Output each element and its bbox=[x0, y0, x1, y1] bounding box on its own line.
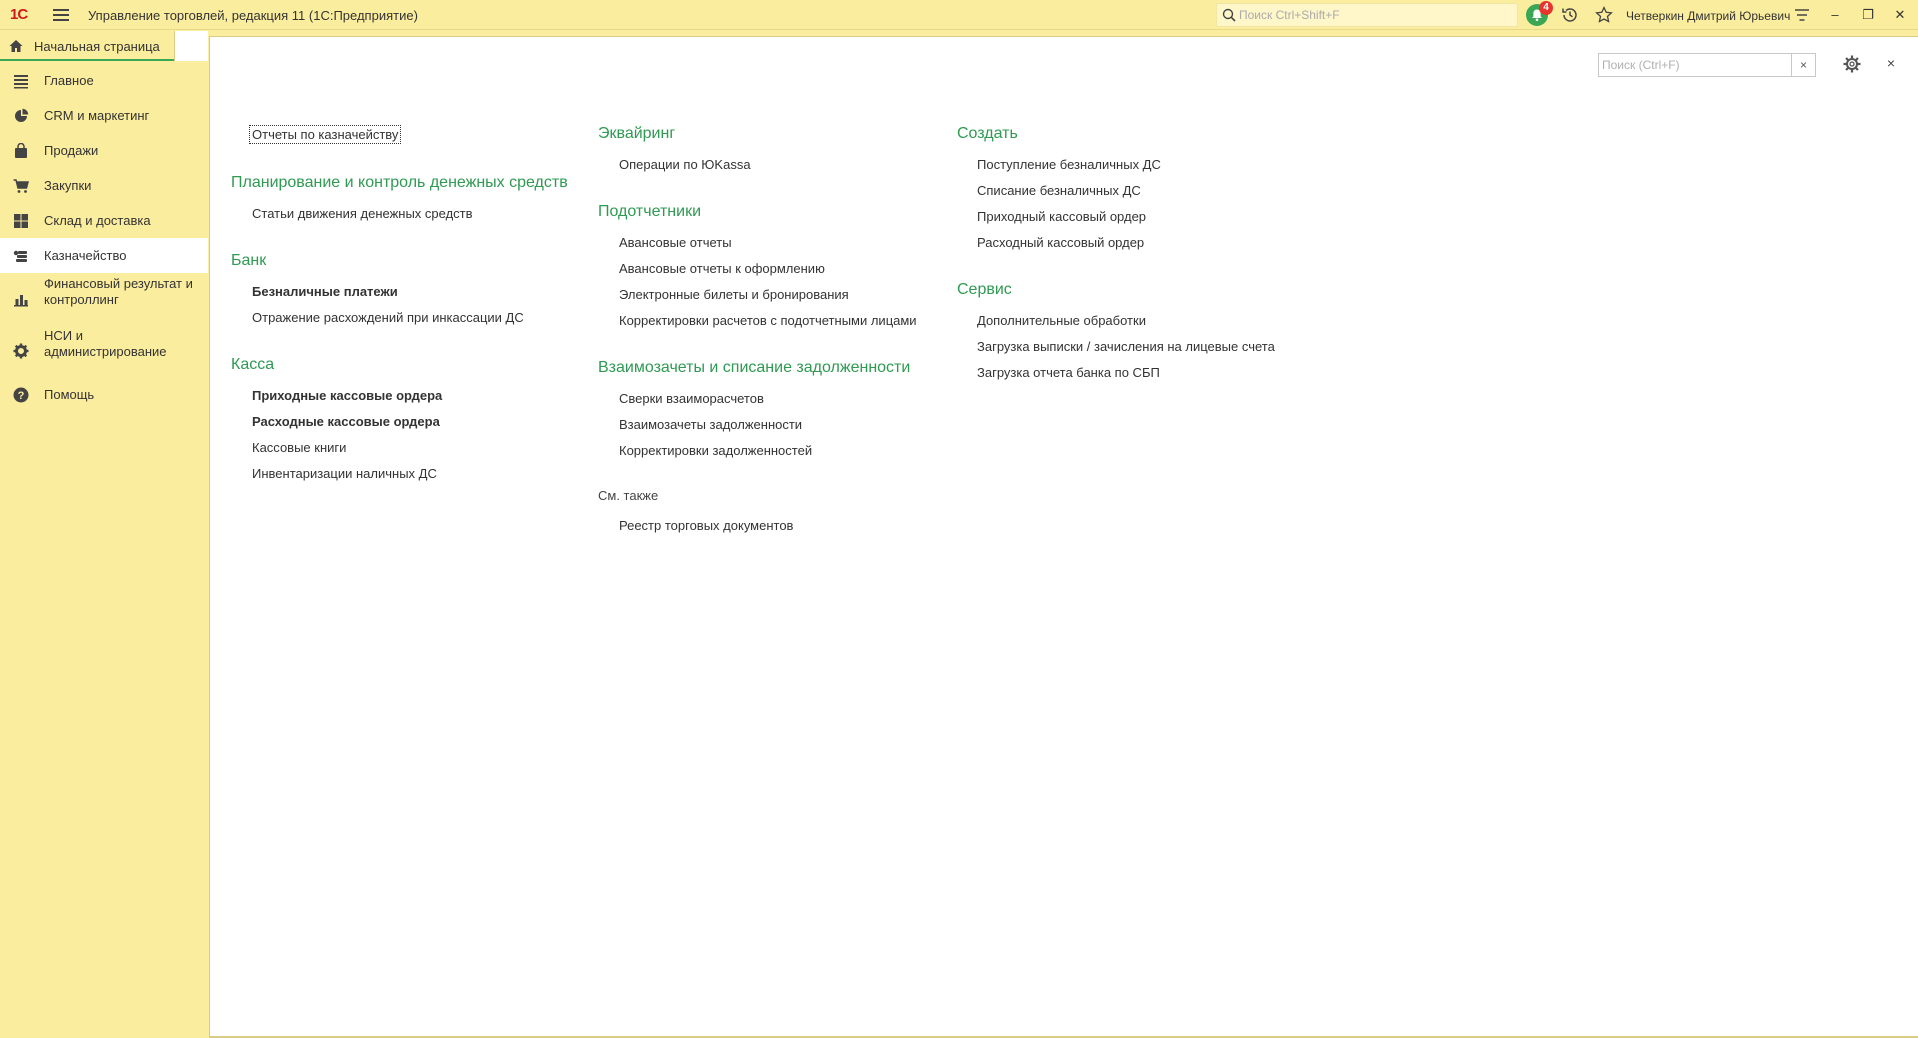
list-icon bbox=[14, 75, 28, 89]
tab-home-label: Начальная страница bbox=[34, 39, 160, 54]
see-also-title: См. также bbox=[598, 488, 659, 503]
nav-link[interactable]: Сверки взаиморасчетов bbox=[619, 391, 764, 406]
close-window-button[interactable]: ✕ bbox=[1889, 4, 1911, 26]
sidebar-item-help[interactable]: ? Помощь bbox=[0, 377, 208, 412]
group-title: Касса bbox=[231, 356, 275, 373]
treasury-form: × × Отчеты по казначейству Планирование … bbox=[209, 36, 1918, 1038]
sidebar-item-label: Финансовый результат и контроллинг bbox=[44, 276, 193, 307]
nav-link[interactable]: Корректировки задолженностей bbox=[619, 443, 812, 458]
nav-link[interactable]: Безналичные платежи bbox=[252, 284, 398, 299]
main-menu-icon[interactable] bbox=[52, 6, 70, 24]
nav-link[interactable]: Расходный кассовый ордер bbox=[977, 235, 1144, 250]
form-settings-icon[interactable] bbox=[1842, 54, 1862, 74]
restore-button[interactable]: ❐ bbox=[1857, 4, 1879, 26]
sidebar-item-admin[interactable]: НСИ и администрирование bbox=[0, 325, 208, 377]
link-treasury-reports[interactable]: Отчеты по казначейству bbox=[249, 125, 402, 144]
group-title: Взаимозачеты и списание задолженности bbox=[598, 359, 911, 376]
nav-link[interactable]: Загрузка выписки / зачисления на лицевые… bbox=[977, 339, 1275, 354]
group-title: Планирование и контроль денежных средств bbox=[231, 174, 568, 191]
global-search[interactable] bbox=[1216, 3, 1518, 27]
sidebar-item-label: Закупки bbox=[44, 178, 92, 193]
minimize-button[interactable]: – bbox=[1824, 4, 1846, 26]
app-title: Управление торговлей, редакция 11 (1С:Пр… bbox=[88, 8, 418, 23]
group-title: Создать bbox=[957, 125, 1018, 142]
group-title: Эквайринг bbox=[598, 125, 676, 142]
form-search-input[interactable] bbox=[1602, 57, 1778, 73]
clear-search-button[interactable]: × bbox=[1791, 54, 1815, 76]
group-title: Подотчетники bbox=[598, 203, 701, 220]
bag-icon bbox=[15, 143, 27, 158]
coins-icon bbox=[13, 250, 27, 262]
close-form-button[interactable]: × bbox=[1882, 53, 1900, 73]
app-logo: 1С bbox=[10, 6, 28, 23]
nav-link[interactable]: Кассовые книги bbox=[252, 440, 346, 455]
cart-icon bbox=[13, 179, 29, 193]
sidebar-item-warehouse[interactable]: Склад и доставка bbox=[0, 203, 208, 238]
help-icon: ? bbox=[13, 387, 29, 403]
nav-link[interactable]: Авансовые отчеты к оформлению bbox=[619, 261, 825, 276]
search-icon bbox=[1222, 8, 1236, 22]
nav-link[interactable]: Инвентаризации наличных ДС bbox=[252, 466, 437, 481]
history-icon[interactable] bbox=[1560, 5, 1580, 25]
form-search[interactable]: × bbox=[1598, 53, 1816, 77]
sidebar-item-finance[interactable]: Финансовый результат и контроллинг bbox=[0, 273, 208, 325]
sidebar-item-label: CRM и маркетинг bbox=[44, 108, 150, 123]
sidebar-item-treasury[interactable]: Казначейство bbox=[0, 238, 208, 273]
group-title: Сервис bbox=[957, 281, 1012, 298]
tab-home[interactable]: Начальная страница bbox=[0, 31, 174, 61]
sidebar-item-label: Продажи bbox=[44, 143, 99, 158]
settings-menu-icon[interactable] bbox=[1792, 5, 1812, 25]
sidebar-item-sales[interactable]: Продажи bbox=[0, 133, 208, 168]
nav-link[interactable]: Поступление безналичных ДС bbox=[977, 157, 1161, 172]
group-title: Банк bbox=[231, 252, 267, 269]
sidebar-item-main[interactable]: Главное bbox=[0, 63, 208, 98]
nav-link[interactable]: Статьи движения денежных средств bbox=[252, 206, 473, 221]
nav-link[interactable]: Отражение расхождений при инкассации ДС bbox=[252, 310, 524, 325]
home-icon bbox=[9, 40, 23, 52]
notifications-badge: 4 bbox=[1539, 1, 1553, 15]
sidebar-item-label: Помощь bbox=[44, 387, 95, 402]
nav-link[interactable]: Реестр торговых документов bbox=[619, 518, 793, 533]
bar-chart-icon bbox=[14, 295, 28, 307]
nav-link[interactable]: Операции по ЮKassa bbox=[619, 157, 751, 172]
sidebar-item-label: Склад и доставка bbox=[44, 213, 151, 228]
nav-link[interactable]: Дополнительные обработки bbox=[977, 313, 1146, 328]
current-user[interactable]: Четверкин Дмитрий Юрьевич bbox=[1626, 9, 1790, 23]
nav-link[interactable]: Электронные билеты и бронирования bbox=[619, 287, 849, 302]
sidebar-item-crm[interactable]: CRM и маркетинг bbox=[0, 98, 208, 133]
global-search-input[interactable] bbox=[1239, 7, 1509, 23]
svg-text:?: ? bbox=[18, 390, 25, 402]
sections-panel: Главное CRM и маркетинг Продажи Закупки … bbox=[0, 63, 208, 1038]
warehouse-grid-icon bbox=[14, 214, 28, 228]
nav-link[interactable]: Приходный кассовый ордер bbox=[977, 209, 1146, 224]
nav-link[interactable]: Расходные кассовые ордера bbox=[252, 414, 440, 429]
star-icon[interactable] bbox=[1594, 5, 1614, 25]
nav-link[interactable]: Приходные кассовые ордера bbox=[252, 388, 442, 403]
sidebar-item-label: Главное bbox=[44, 73, 94, 88]
nav-link[interactable]: Авансовые отчеты bbox=[619, 235, 732, 250]
sidebar-item-label: Казначейство bbox=[44, 248, 127, 263]
nav-link[interactable]: Списание безналичных ДС bbox=[977, 183, 1141, 198]
nav-link[interactable]: Корректировки расчетов с подотчетными ли… bbox=[619, 313, 917, 328]
gear-icon bbox=[13, 343, 29, 359]
sidebar-item-label: НСИ и администрирование bbox=[44, 328, 167, 359]
sidebar-item-purchases[interactable]: Закупки bbox=[0, 168, 208, 203]
title-bar: 1С Управление торговлей, редакция 11 (1С… bbox=[0, 0, 1918, 30]
nav-link[interactable]: Загрузка отчета банка по СБП bbox=[977, 365, 1160, 380]
nav-link[interactable]: Взаимозачеты задолженности bbox=[619, 417, 802, 432]
pie-chart-icon bbox=[15, 108, 29, 122]
tab-spacer bbox=[174, 31, 208, 61]
notifications-button[interactable]: 4 bbox=[1526, 1, 1553, 26]
